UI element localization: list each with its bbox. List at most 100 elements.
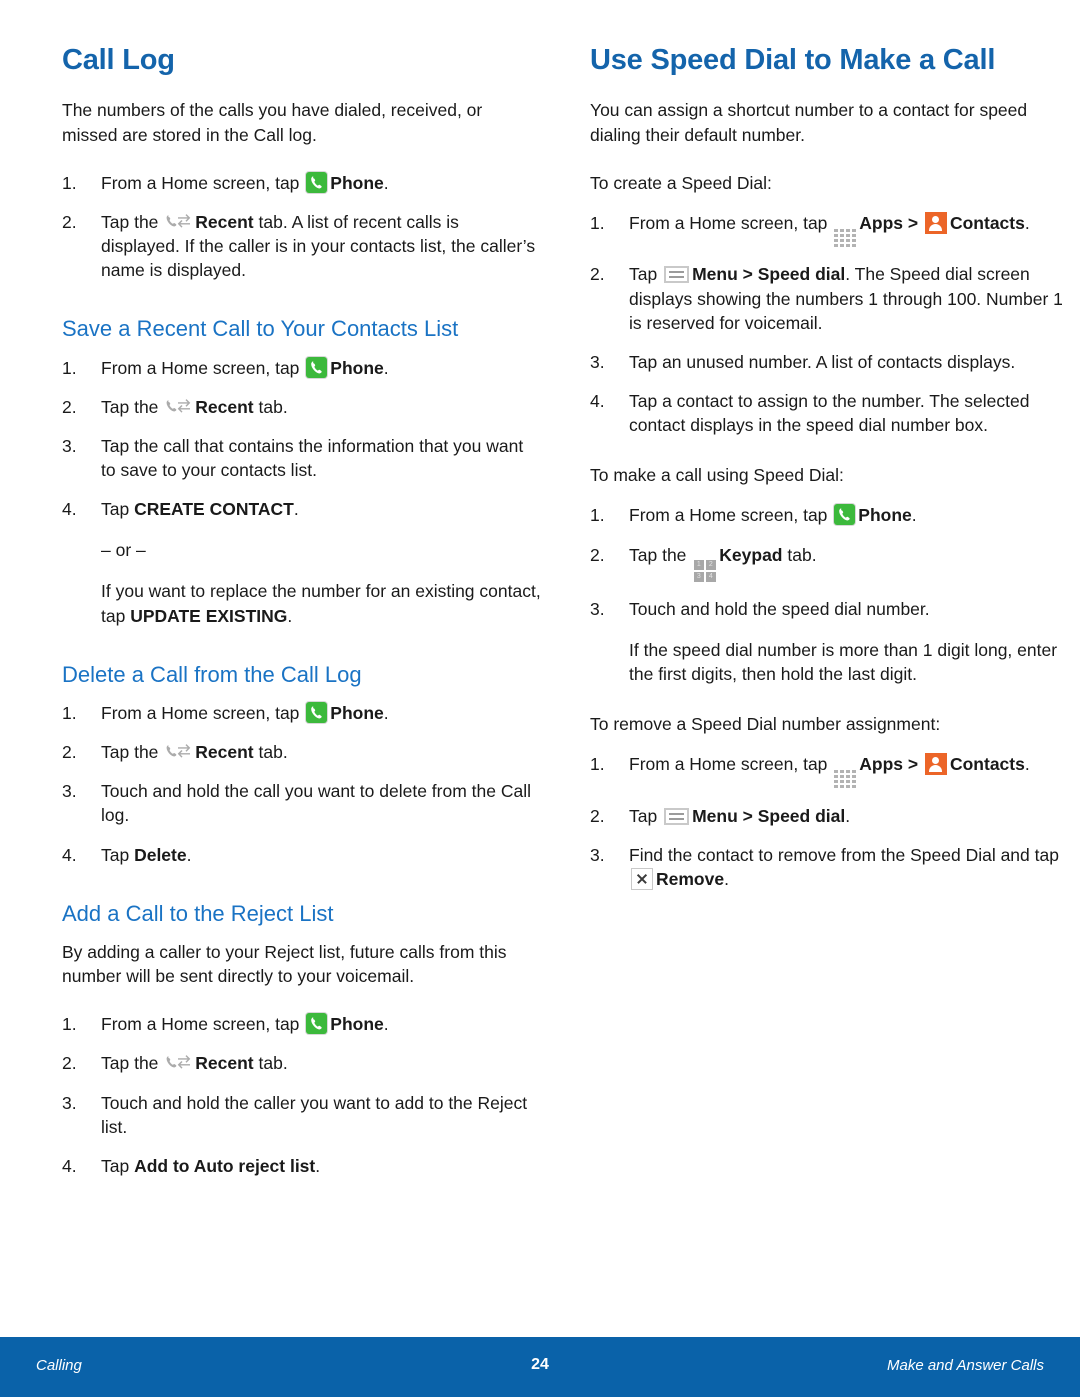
step-number: 3. <box>590 598 605 619</box>
keypad-key-1: 1 <box>693 559 704 570</box>
call-log-steps: 1. From a Home screen, tap Phone. 2. Tap t… <box>62 171 542 283</box>
step-bold: Phone <box>858 505 912 526</box>
step-text-post: . <box>383 703 389 724</box>
left-column: Call Log The numbers of the calls you ha… <box>62 44 542 1178</box>
recent-icon <box>165 397 192 417</box>
list-item: 4. Tap a contact to assign to the number.… <box>590 389 1070 437</box>
menu-separator: > <box>903 212 923 233</box>
step-number: 1. <box>590 212 605 233</box>
step-text-post: . <box>383 172 389 193</box>
step-text-pre: Find the contact to remove from the Spee… <box>629 844 1059 865</box>
step-text: Tap an unused number. A list of contacts… <box>629 351 1016 372</box>
step-text-pre: Tap the <box>101 396 164 417</box>
right-column: Use Speed Dial to Make a Call You can as… <box>590 44 1070 1178</box>
step-text-pre: Tap <box>629 264 663 285</box>
step-text-pre: Tap <box>101 844 135 865</box>
recent-icon <box>165 212 192 232</box>
step-number: 4. <box>590 390 605 411</box>
step-text-pre: Tap the <box>101 1053 164 1074</box>
list-item: 3. Touch and hold the caller you want to … <box>62 1091 542 1139</box>
remove-speed-dial-lead: To remove a Speed Dial number assignment… <box>590 713 941 734</box>
alt-bold: UPDATE EXISTING <box>130 605 288 626</box>
page-footer: Calling 24 Make and Answer Calls <box>0 1337 1080 1397</box>
page-title-right: Use Speed Dial to Make a Call <box>590 44 996 76</box>
step-number: 2. <box>62 211 77 232</box>
step-bold: Add to Auto reject list <box>134 1155 316 1176</box>
keypad-key-3: 3 <box>693 571 704 582</box>
list-item: 1. From a Home screen, tap Phone. <box>62 701 542 725</box>
list-item: 3. Touch and hold the speed dial number. … <box>590 597 1070 686</box>
list-item: 4. Tap Add to Auto reject list. <box>62 1154 542 1178</box>
apps-icon <box>834 228 857 247</box>
list-item: 1. From a Home screen, tap Phone. <box>62 171 542 195</box>
apps-label: Apps <box>859 754 904 775</box>
page-title: Call Log <box>62 44 175 76</box>
list-item: 3. Tap the call that contains the informa… <box>62 434 542 482</box>
document-page: Call Log The numbers of the calls you ha… <box>0 0 1080 1397</box>
make-call-lead: To make a call using Speed Dial: <box>590 465 844 486</box>
step-text-pre: From a Home screen, tap <box>101 703 305 724</box>
list-item: 1. From a Home screen, tap Phone. <box>590 503 1070 527</box>
recent-icon <box>165 1053 192 1073</box>
step-number: 3. <box>62 1092 77 1113</box>
make-call-steps: 1. From a Home screen, tap Phone. 2. Tap t… <box>590 503 1070 686</box>
apps-icon <box>834 770 857 789</box>
create-speed-dial-lead: To create a Speed Dial: <box>590 172 772 193</box>
step-bold: Recent <box>195 1053 254 1074</box>
step-text-post: . <box>383 357 389 378</box>
step-text-post: tab. <box>253 742 288 763</box>
step-bold: Menu > Speed dial <box>692 264 846 285</box>
list-item: 4. Tap CREATE CONTACT. – or – If you want… <box>62 497 542 628</box>
list-item: 2. Tap the Recent tab. <box>62 1051 542 1075</box>
list-item: 3. Touch and hold the call you want to de… <box>62 779 542 827</box>
contacts-label: Contacts <box>949 212 1025 233</box>
list-item: 1. From a Home screen, tap Apps > Contact… <box>590 752 1070 789</box>
step-text-post: . <box>911 505 917 526</box>
list-item: 2. Tap the Recent tab. <box>62 395 542 419</box>
two-column-layout: Call Log The numbers of the calls you ha… <box>0 44 1080 1178</box>
step-number: 4. <box>62 499 77 520</box>
step-text: Touch and hold the speed dial number. <box>629 598 930 619</box>
step-text-post: . <box>293 499 299 520</box>
step-text-pre: From a Home screen, tap <box>101 1014 305 1035</box>
step-bold: Phone <box>330 172 384 193</box>
step-text-pre: Tap <box>629 805 663 826</box>
recent-icon <box>165 742 192 762</box>
step-bold: Phone <box>330 1014 384 1035</box>
list-item: 1. From a Home screen, tap Phone. <box>62 1012 542 1036</box>
step-number: 1. <box>590 754 605 775</box>
step-text-pre: Tap the call that contains the informati… <box>101 435 524 481</box>
alternative-instruction: If you want to replace the number for an… <box>101 579 542 627</box>
step-text-post: . <box>845 805 851 826</box>
step-text: Tap a contact to assign to the number. T… <box>629 390 1030 436</box>
step-text-pre: Touch and hold the caller you want to ad… <box>101 1092 528 1137</box>
step-number: 1. <box>62 1014 77 1035</box>
phone-icon <box>834 504 856 526</box>
step-bold: CREATE CONTACT <box>134 499 294 520</box>
keypad-key-4: 4 <box>705 571 716 582</box>
step-number: 1. <box>62 357 77 378</box>
call-log-intro: The numbers of the calls you have dialed… <box>62 100 483 145</box>
step-bold: Delete <box>134 844 187 865</box>
step-text-post: . <box>724 868 729 889</box>
create-speed-dial-steps: 1. From a Home screen, tap Apps > Contact… <box>590 211 1070 437</box>
step-number: 2. <box>62 396 77 417</box>
step-number: 1. <box>590 505 605 526</box>
step-text-pre: Tap the <box>101 742 164 763</box>
reject-list-intro: By adding a caller to your Reject list, … <box>62 942 507 987</box>
footer-section-label: Make and Answer Calls <box>886 1357 1044 1374</box>
subsection-title-delete: Delete a Call from the Call Log <box>62 661 362 687</box>
or-divider: – or – <box>101 540 146 561</box>
contacts-label: Contacts <box>949 754 1025 775</box>
step-number: 2. <box>590 805 605 826</box>
speed-dial-intro: You can assign a shortcut number to a co… <box>590 100 1028 145</box>
keypad-key-2: 2 <box>705 559 716 570</box>
step-bold: Recent <box>195 211 254 232</box>
contacts-icon <box>924 211 947 234</box>
contacts-icon <box>924 753 947 776</box>
step-bold: Menu > Speed dial <box>692 805 846 826</box>
step-number: 3. <box>62 781 77 802</box>
step-text-pre: Tap the <box>101 211 164 232</box>
step-text-post: . <box>1024 212 1030 233</box>
step-number: 2. <box>62 742 77 763</box>
